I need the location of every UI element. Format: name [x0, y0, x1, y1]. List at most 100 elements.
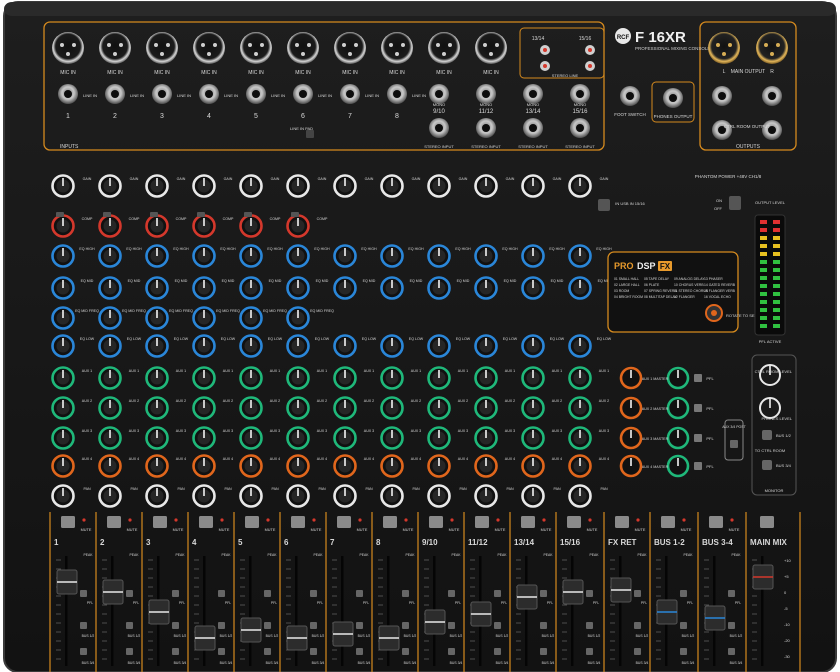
low-cut-switch-ch5[interactable] — [244, 212, 252, 217]
bus34-button-2[interactable] — [126, 648, 133, 655]
aux1-knob-ch5[interactable] — [239, 366, 263, 390]
pfl-button-9[interactable] — [448, 590, 455, 597]
bus34-button-12[interactable] — [586, 648, 593, 655]
pfl-button-13[interactable] — [634, 590, 641, 597]
main-mute-button[interactable] — [760, 516, 774, 528]
eq-mid-knob-ch9[interactable] — [427, 276, 451, 300]
aux3-knob-ch11[interactable] — [521, 426, 545, 450]
aux-master-pfl-2[interactable] — [694, 404, 702, 412]
phantom-switch[interactable] — [729, 196, 741, 210]
aux1-knob-ch11[interactable] — [521, 366, 545, 390]
bus34-button-4[interactable] — [218, 648, 225, 655]
aux4-knob-ch4[interactable] — [192, 454, 216, 478]
aux2-knob-ch4[interactable] — [192, 396, 216, 420]
eq-mid-freq-knob-ch4[interactable] — [192, 306, 216, 330]
bus12-button-13[interactable] — [634, 622, 641, 629]
eq-high-knob-ch11[interactable] — [521, 244, 545, 268]
mute-button-14[interactable] — [661, 516, 675, 528]
eq-low-knob-ch5[interactable] — [239, 334, 263, 358]
aux2-knob-ch11[interactable] — [521, 396, 545, 420]
aux4-knob-ch7[interactable] — [333, 454, 357, 478]
gain-knob-ch1[interactable] — [51, 174, 75, 198]
eq-mid-knob-ch3[interactable] — [145, 276, 169, 300]
eq-low-knob-ch8[interactable] — [380, 334, 404, 358]
mute-button-7[interactable] — [337, 516, 351, 528]
mute-button-2[interactable] — [107, 516, 121, 528]
bus34-button-9[interactable] — [448, 648, 455, 655]
gain-knob-ch6[interactable] — [286, 174, 310, 198]
aux2-knob-ch5[interactable] — [239, 396, 263, 420]
gain-knob-ch2[interactable] — [98, 174, 122, 198]
pan-knob-ch11[interactable] — [521, 484, 545, 508]
eq-high-knob-ch9[interactable] — [427, 244, 451, 268]
aux3-knob-ch7[interactable] — [333, 426, 357, 450]
bus12-button-6[interactable] — [310, 622, 317, 629]
pan-knob-ch8[interactable] — [380, 484, 404, 508]
pan-knob-ch12[interactable] — [568, 484, 592, 508]
aux3-knob-ch10[interactable] — [474, 426, 498, 450]
eq-mid-knob-ch6[interactable] — [286, 276, 310, 300]
fader-1[interactable] — [56, 569, 78, 595]
aux4-knob-ch10[interactable] — [474, 454, 498, 478]
fx-to-aux-knob-4[interactable] — [619, 454, 643, 478]
aux2-knob-ch9[interactable] — [427, 396, 451, 420]
fader-15[interactable] — [704, 605, 726, 631]
aux2-knob-ch10[interactable] — [474, 396, 498, 420]
bus34-button-1[interactable] — [80, 648, 87, 655]
eq-mid-knob-ch1[interactable] — [51, 276, 75, 300]
aux1-knob-ch6[interactable] — [286, 366, 310, 390]
low-cut-switch-ch3[interactable] — [150, 212, 158, 217]
bus12-button-10[interactable] — [494, 622, 501, 629]
aux2-knob-ch2[interactable] — [98, 396, 122, 420]
aux-master-knob-3[interactable] — [666, 426, 690, 450]
aux-post-button[interactable] — [730, 440, 738, 448]
eq-mid-freq-knob-ch6[interactable] — [286, 306, 310, 330]
eq-low-knob-ch3[interactable] — [145, 334, 169, 358]
pfl-button-15[interactable] — [728, 590, 735, 597]
fader-2[interactable] — [102, 579, 124, 605]
mute-button-4[interactable] — [199, 516, 213, 528]
bus34-button-13[interactable] — [634, 648, 641, 655]
aux3-knob-ch2[interactable] — [98, 426, 122, 450]
bus12-button-8[interactable] — [402, 622, 409, 629]
eq-high-knob-ch1[interactable] — [51, 244, 75, 268]
bus34-button-15[interactable] — [728, 648, 735, 655]
mute-button-3[interactable] — [153, 516, 167, 528]
aux4-knob-ch3[interactable] — [145, 454, 169, 478]
aux1-knob-ch3[interactable] — [145, 366, 169, 390]
comp-knob-ch4[interactable] — [192, 214, 216, 238]
eq-low-knob-ch9[interactable] — [427, 334, 451, 358]
eq-low-knob-ch7[interactable] — [333, 334, 357, 358]
eq-high-knob-ch12[interactable] — [568, 244, 592, 268]
eq-low-knob-ch12[interactable] — [568, 334, 592, 358]
mute-button-6[interactable] — [291, 516, 305, 528]
eq-mid-freq-knob-ch3[interactable] — [145, 306, 169, 330]
bus34-button-14[interactable] — [680, 648, 687, 655]
aux1-knob-ch4[interactable] — [192, 366, 216, 390]
eq-mid-knob-ch11[interactable] — [521, 276, 545, 300]
pfl-button-10[interactable] — [494, 590, 501, 597]
pfl-button-5[interactable] — [264, 590, 271, 597]
mute-button-9[interactable] — [429, 516, 443, 528]
pfl-button-7[interactable] — [356, 590, 363, 597]
bus12-button-1[interactable] — [80, 622, 87, 629]
pan-knob-ch2[interactable] — [98, 484, 122, 508]
gain-knob-ch7[interactable] — [333, 174, 357, 198]
aux3-knob-ch8[interactable] — [380, 426, 404, 450]
aux-master-pfl-3[interactable] — [694, 434, 702, 442]
eq-low-knob-ch2[interactable] — [98, 334, 122, 358]
eq-high-knob-ch8[interactable] — [380, 244, 404, 268]
eq-mid-knob-ch12[interactable] — [568, 276, 592, 300]
bus34-button-5[interactable] — [264, 648, 271, 655]
comp-knob-ch5[interactable] — [239, 214, 263, 238]
gain-knob-ch4[interactable] — [192, 174, 216, 198]
eq-low-knob-ch4[interactable] — [192, 334, 216, 358]
eq-mid-knob-ch7[interactable] — [333, 276, 357, 300]
aux4-knob-ch12[interactable] — [568, 454, 592, 478]
pan-knob-ch1[interactable] — [51, 484, 75, 508]
fader-7[interactable] — [332, 621, 354, 647]
pfl-button-14[interactable] — [680, 590, 687, 597]
aux-master-knob-1[interactable] — [666, 366, 690, 390]
gain-knob-ch10[interactable] — [474, 174, 498, 198]
eq-mid-knob-ch8[interactable] — [380, 276, 404, 300]
